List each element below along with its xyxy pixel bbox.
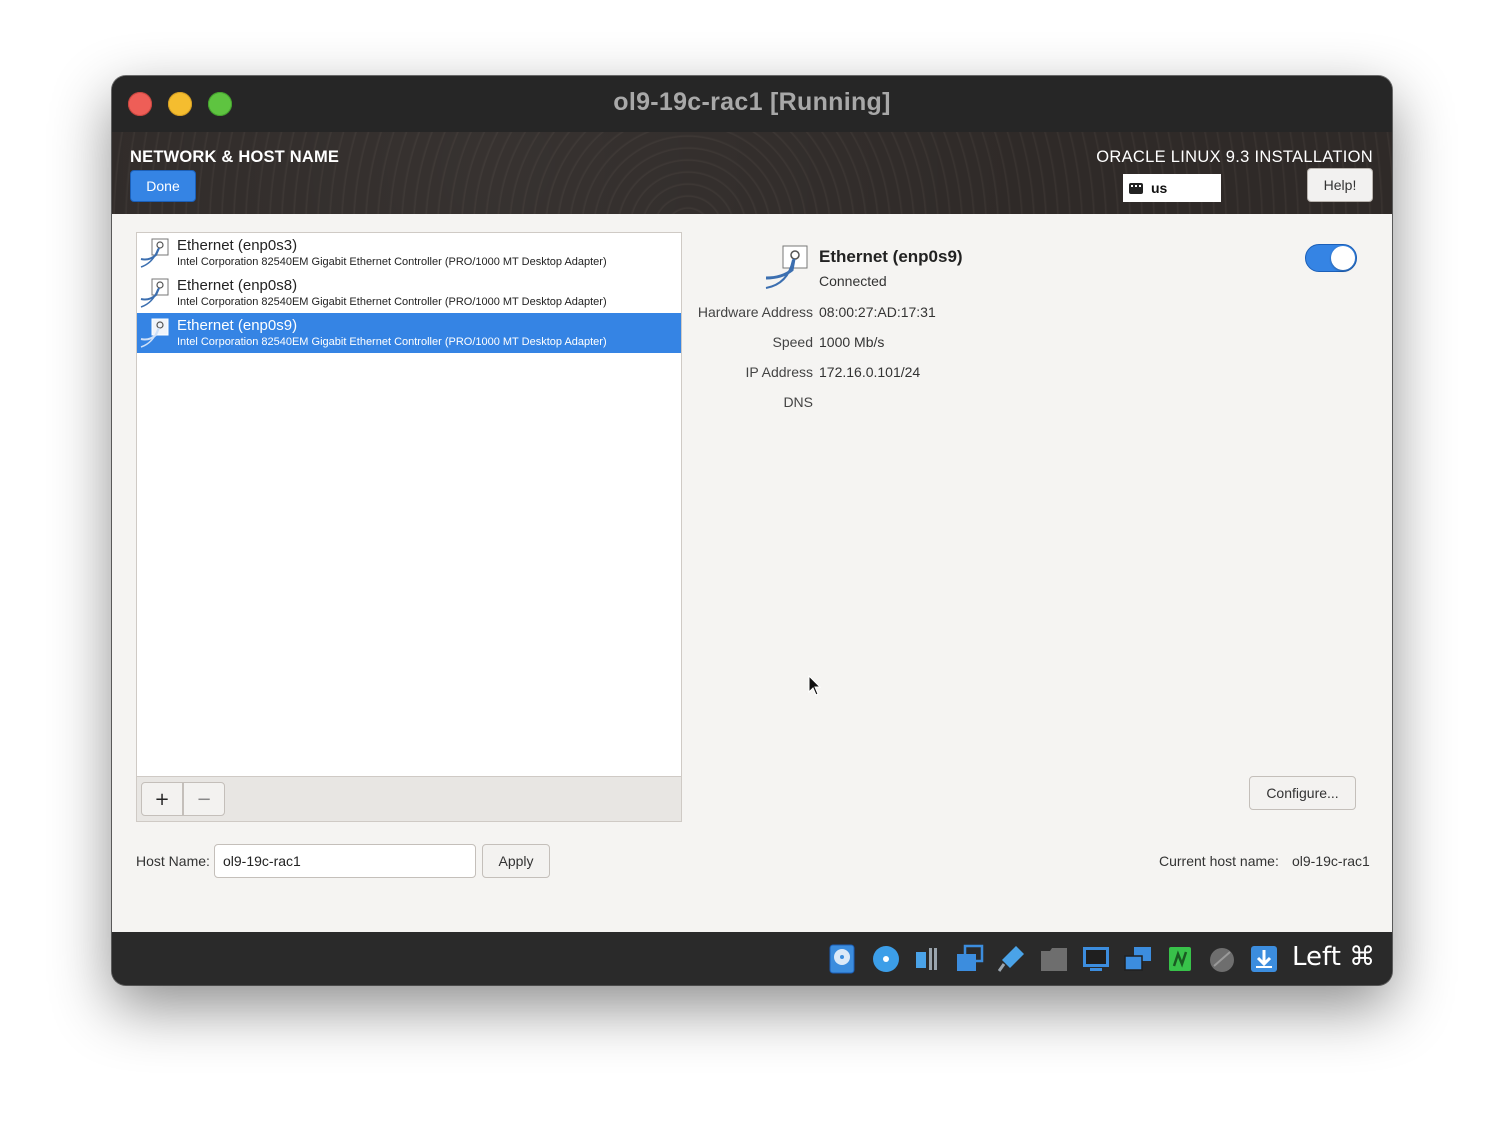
vm-status-bar: Left ⌘ [112,932,1392,985]
installer-header: NETWORK & HOST NAME Done ORACLE LINUX 9.… [112,132,1392,214]
title-bar[interactable]: ol9-19c-rac1 [Running] [112,76,1392,132]
product-title: ORACLE LINUX 9.3 INSTALLATION [1096,148,1373,166]
selected-device-name: Ethernet (enp0s9) [819,247,963,266]
download-icon[interactable] [1250,944,1278,974]
recording-icon[interactable] [1124,944,1152,974]
host-name-input[interactable] [214,844,476,878]
audio-icon[interactable] [914,944,942,974]
keyboard-layout-label: us [1151,180,1168,196]
ethernet-cable-icon [140,238,169,268]
usb-icon[interactable] [998,944,1026,974]
spoke-content: Ethernet (enp0s3) Intel Corporation 8254… [112,214,1392,932]
hard-disk-icon[interactable] [828,944,856,974]
spoke-title: NETWORK & HOST NAME [130,148,340,166]
done-button[interactable]: Done [130,170,196,202]
device-list-panel: Ethernet (enp0s3) Intel Corporation 8254… [136,232,682,822]
device-name: Ethernet (enp0s3) [177,237,298,254]
dns-label: DNS [783,394,813,410]
mouse-pointer-icon [808,675,822,696]
device-row-enp0s3[interactable]: Ethernet (enp0s3) Intel Corporation 8254… [137,233,681,273]
mouse-integration-icon[interactable] [1208,944,1236,974]
window-title: ol9-19c-rac1 [Running] [613,88,891,116]
host-key-label: Left ⌘ [1292,942,1376,972]
ip-address-value: 172.16.0.101/24 [819,364,921,380]
keyboard-layout-indicator[interactable]: us [1123,174,1221,202]
hardware-address-value: 08:00:27:AD:17:31 [819,304,936,320]
display-icon[interactable] [1082,944,1110,974]
add-device-button[interactable]: + [141,782,183,816]
optical-drive-icon[interactable] [872,944,900,974]
host-name-label: Host Name: [136,853,210,869]
apply-button[interactable]: Apply [482,844,550,878]
keyboard-icon [1129,182,1143,194]
speed-value: 1000 Mb/s [819,334,885,350]
hardware-address-label: Hardware Address [697,304,813,320]
device-name: Ethernet (enp0s8) [177,277,298,294]
speed-label: Speed [772,334,813,350]
device-list-toolbar: + − [137,776,681,821]
device-description: Intel Corporation 82540EM Gigabit Ethern… [177,256,607,268]
current-host-name-label: Current host name: [1159,853,1279,869]
ip-address-label: IP Address [745,364,813,380]
connection-status: Connected [819,273,887,289]
shared-folder-icon[interactable] [1040,944,1068,974]
vm-window: ol9-19c-rac1 [Running] NETWORK & HOST NA… [112,76,1392,985]
current-host-name-value: ol9-19c-rac1 [1292,853,1370,869]
configure-button[interactable]: Configure... [1249,776,1356,810]
remove-device-button[interactable]: − [183,782,225,816]
cpu-icon[interactable] [1166,944,1194,974]
network-icon[interactable] [956,944,984,974]
toggle-knob[interactable] [1331,246,1355,270]
ethernet-cable-icon [765,245,808,289]
help-button[interactable]: Help! [1307,168,1373,202]
device-enable-toggle[interactable] [1305,244,1357,272]
